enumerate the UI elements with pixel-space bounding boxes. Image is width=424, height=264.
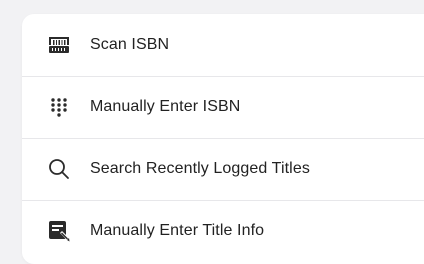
menu-item-manual-title-info[interactable]: Manually Enter Title Info [22,200,424,262]
menu-item-search-recent-titles[interactable]: Search Recently Logged Titles [22,138,424,200]
entry-options-menu: Scan ISBN Manually Enter ISBN Search Rec… [22,14,424,264]
menu-item-manual-isbn[interactable]: Manually Enter ISBN [22,76,424,138]
menu-item-label: Search Recently Logged Titles [90,160,310,177]
barcode-icon [47,33,71,57]
edit-form-icon [47,219,71,243]
keypad-icon [47,95,71,119]
search-icon [47,157,71,181]
menu-item-label: Manually Enter ISBN [90,98,241,115]
menu-item-label: Scan ISBN [90,36,170,53]
menu-item-label: Manually Enter Title Info [90,222,265,239]
menu-item-scan-isbn[interactable]: Scan ISBN [22,14,424,76]
